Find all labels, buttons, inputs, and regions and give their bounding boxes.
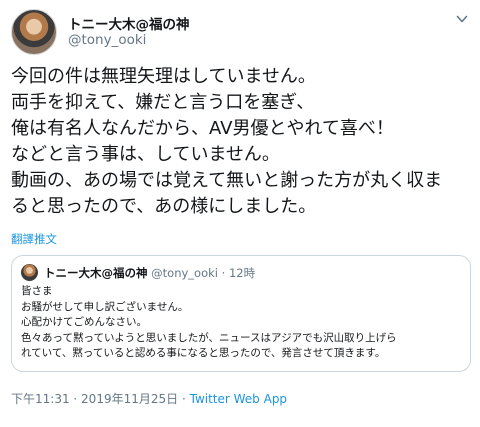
quoted-age: 12時 — [228, 266, 256, 280]
tweet-text-line: 動画の、あの場では覚えて無いと謝った方が丸く収ま — [11, 170, 443, 191]
quoted-text-line: 色々あって黙っていようと思いましたが、ニュースはアジアでも沢山取り上げら — [21, 331, 397, 344]
tweet-text-line: ると思ったので、あの様にしました。 — [11, 196, 317, 217]
footer-separator: · — [69, 392, 82, 406]
quoted-tweet[interactable]: トニー大木@福の神 @tony_ooki · 12時 皆さま お騒がせして申し訳… — [11, 255, 471, 372]
quoted-text-line: 皆さま — [21, 285, 53, 297]
author-name[interactable]: トニー大木@福の神 — [68, 13, 190, 33]
quoted-text-line: お騒がせして申し訳ございません。 — [21, 300, 189, 313]
tweet-menu-button[interactable] — [455, 12, 469, 26]
author-avatar[interactable] — [11, 9, 57, 55]
quoted-separator: · — [221, 266, 226, 280]
quoted-author-name: トニー大木@福の神 — [44, 266, 148, 280]
tweet-card: トニー大木@福の神 @tony_ooki 今回の件は無理矢理はしていません。 両… — [0, 0, 480, 427]
quoted-tweet-header: トニー大木@福の神 @tony_ooki · 12時 — [44, 265, 255, 281]
quoted-text-line: れていて、黙っていると認める事になると思ったので、発言させて頂きます。 — [21, 347, 386, 359]
tweet-text-line: 今回の件は無理矢理はしていません。 — [11, 66, 316, 87]
tweet-source-link[interactable]: Twitter Web App — [190, 392, 287, 406]
author-handle[interactable]: @tony_ooki — [68, 32, 146, 48]
quoted-author-handle: @tony_ooki — [151, 266, 218, 280]
quoted-text-line: 心配かけてごめんなさい。 — [21, 316, 147, 328]
quoted-author-avatar — [21, 264, 38, 281]
tweet-text-line: などと言う事は、していません。 — [11, 144, 280, 165]
quoted-tweet-text: 皆さま お騒がせして申し訳ございません。 心配かけてごめんなさい。 色々あって黙… — [21, 284, 463, 362]
tweet-text: 今回の件は無理矢理はしていません。 両手を抑えて、嫌だと言う口を塞ぎ、 俺は有名… — [11, 64, 473, 220]
chevron-down-icon — [456, 15, 468, 23]
tweet-time[interactable]: 下午11:31 — [11, 392, 70, 406]
footer-separator: · — [178, 392, 190, 406]
tweet-text-line: 両手を抑えて、嫌だと言う口を塞ぎ、 — [11, 92, 315, 113]
tweet-text-line: 俺は有名人なんだから、AV男優とやれて喜べ！ — [11, 118, 394, 139]
translate-tweet-link[interactable]: 翻譯推文 — [11, 231, 57, 247]
tweet-footer: 下午11:31 · 2019年11月25日 · Twitter Web App — [11, 390, 287, 407]
tweet-date[interactable]: 2019年11月25日 — [81, 392, 178, 406]
